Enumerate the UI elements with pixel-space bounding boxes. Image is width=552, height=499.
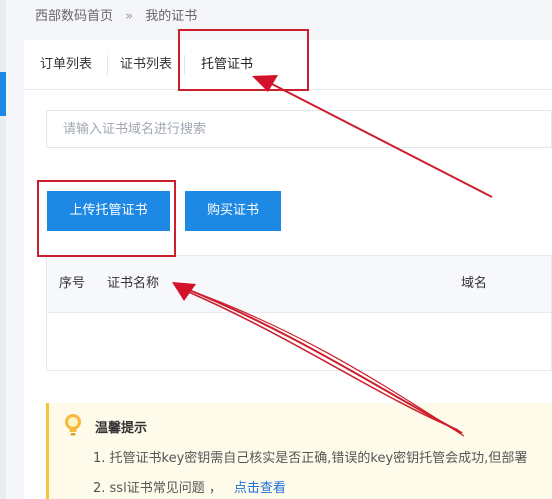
tips-box: 温馨提示 1. 托管证书key密钥需自己核实是否正确,错误的key密钥托管会成功…: [46, 403, 552, 499]
breadcrumb-current: 我的证书: [145, 9, 198, 24]
search-input[interactable]: [47, 111, 551, 147]
tips-line-2: 2. ssl证书常见问题 ， 点击查看: [93, 477, 286, 496]
table-header: 序号 证书名称 域名: [47, 256, 551, 313]
breadcrumb-separator: »: [125, 9, 134, 24]
column-header-index: 序号: [59, 276, 86, 291]
cert-table: 序号 证书名称 域名: [46, 255, 552, 371]
tab-cert-list[interactable]: 证书列表: [120, 40, 172, 89]
sidebar-active-indicator: [0, 72, 6, 116]
tab-order-list[interactable]: 订单列表: [40, 40, 92, 89]
column-header-cert-name: 证书名称: [107, 276, 160, 291]
breadcrumb: 西部数码首页 » 我的证书: [35, 5, 197, 24]
tab-divider: [184, 55, 185, 75]
faq-link[interactable]: 点击查看: [234, 481, 286, 496]
tips-line-1: 1. 托管证书key密钥需自己核实是否正确,错误的key密钥托管会成功,但部署: [93, 451, 528, 466]
tab-divider: [107, 55, 108, 75]
search-box: [46, 110, 552, 148]
tips-line-2-text: 2. ssl证书常见问题 ，: [93, 481, 222, 496]
breadcrumb-home-link[interactable]: 西部数码首页: [35, 9, 113, 24]
tips-title: 温馨提示: [95, 421, 148, 436]
lightbulb-icon: [65, 414, 81, 436]
column-header-domain: 域名: [461, 276, 488, 291]
buy-cert-button[interactable]: 购买证书: [185, 191, 281, 231]
left-sidebar: [0, 0, 6, 499]
tab-hosted-certs[interactable]: 托管证书: [201, 40, 253, 89]
tab-bar: 订单列表 证书列表 托管证书: [24, 40, 552, 90]
upload-hosted-cert-button[interactable]: 上传托管证书: [47, 191, 170, 231]
